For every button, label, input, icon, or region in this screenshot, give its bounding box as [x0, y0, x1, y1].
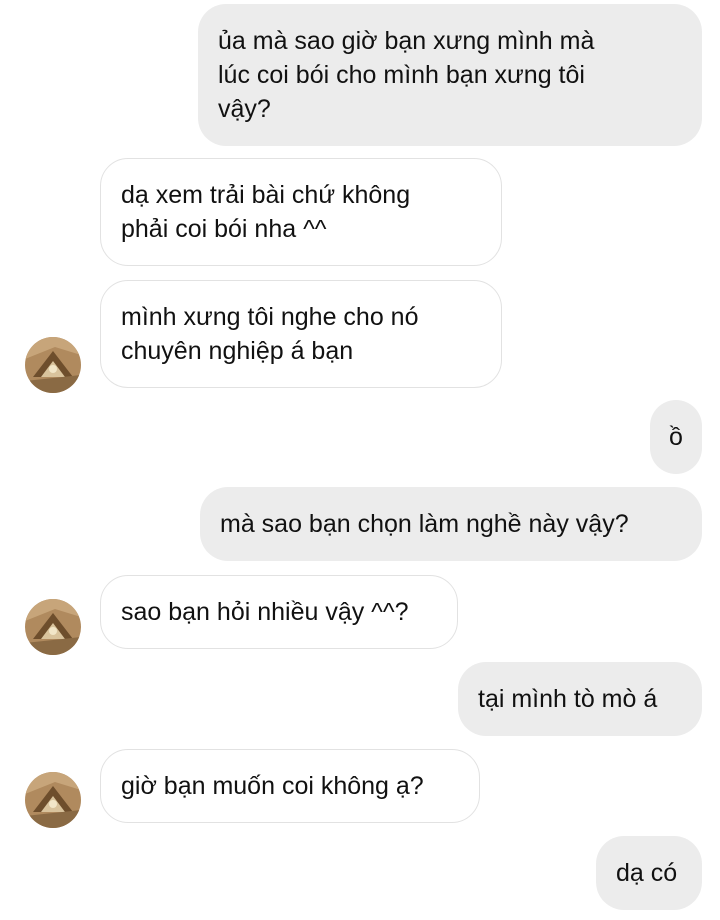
avatar-photo-icon	[25, 599, 81, 655]
avatar-photo-icon	[25, 337, 81, 393]
contact-avatar[interactable]	[25, 772, 81, 828]
avatar-photo-icon	[25, 772, 81, 828]
received-message-bubble[interactable]: dạ xem trải bài chứ không phải coi bói n…	[100, 158, 502, 266]
contact-avatar[interactable]	[25, 337, 81, 393]
sent-message-bubble[interactable]: dạ có	[596, 836, 702, 910]
sent-message-bubble[interactable]: ủa mà sao giờ bạn xưng mình mà lúc coi b…	[198, 4, 702, 146]
sent-message-bubble[interactable]: mà sao bạn chọn làm nghề này vậy?	[200, 487, 702, 561]
contact-avatar[interactable]	[25, 599, 81, 655]
received-message-bubble[interactable]: giờ bạn muốn coi không ạ?	[100, 749, 480, 823]
sent-message-bubble[interactable]: tại mình tò mò á	[458, 662, 702, 736]
sent-message-bubble[interactable]: ồ	[650, 400, 702, 474]
received-message-bubble[interactable]: sao bạn hỏi nhiều vậy ^^?	[100, 575, 458, 649]
received-message-bubble[interactable]: mình xưng tôi nghe cho nó chuyên nghiệp …	[100, 280, 502, 388]
